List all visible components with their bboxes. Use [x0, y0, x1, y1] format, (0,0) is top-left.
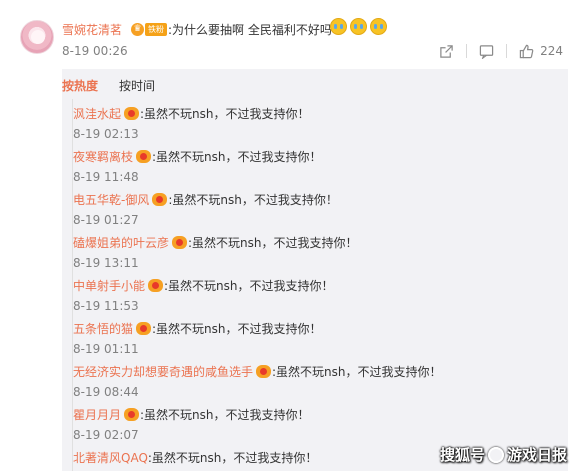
reply-text: :虽然不玩nsh，不过我支持你！ — [152, 150, 322, 164]
reply-author[interactable]: 沨洼水起 — [73, 105, 121, 122]
reply-time: 8-19 13:11 — [73, 256, 139, 270]
comment-header: 雪婉花清茗 ♛ 铁粉 :为什么要抽啊 全民福利不好吗 8-19 00:26 22… — [0, 0, 577, 70]
reply-time: 8-19 01:11 — [73, 342, 139, 356]
tab-sort-by-hot[interactable]: 按热度 — [62, 77, 98, 94]
reply-time: 8-19 11:53 — [73, 299, 139, 313]
reply-text: :虽然不玩nsh，不过我支持你！ — [147, 451, 318, 465]
badge-icon — [256, 365, 272, 378]
emoji-row — [330, 18, 387, 35]
divider — [466, 44, 468, 58]
reply-item: 五条悟的猫 :虽然不玩nsh，不过我支持你！ 8-19 01:11 — [73, 314, 568, 357]
reply-item: 夜寒羁离枝 :虽然不玩nsh，不过我支持你！ 8-19 11:48 — [73, 142, 568, 185]
crying-face-icon — [370, 18, 387, 35]
watermark-suffix: 游戏日报 — [506, 446, 567, 464]
reply-text: :虽然不玩nsh，不过我支持你！ — [140, 107, 310, 121]
reply-time: 8-19 08:44 — [73, 385, 139, 399]
avatar[interactable] — [20, 20, 54, 54]
reply-text: :虽然不玩nsh，不过我支持你！ — [164, 279, 334, 293]
like-button[interactable]: 224 — [519, 44, 563, 59]
thumbs-up-icon — [519, 44, 534, 58]
reply-panel: 按热度 按时间 沨洼水起 :虽然不玩nsh，不过我支持你！ 8-19 02:13 … — [62, 69, 568, 471]
crying-face-icon — [330, 18, 347, 35]
tab-sort-by-time[interactable]: 按时间 — [119, 77, 155, 94]
reply-author[interactable]: 夜寒羁离枝 — [73, 148, 133, 165]
reply-author[interactable]: 中单射手小能 — [73, 277, 145, 294]
reply-button[interactable] — [479, 44, 494, 59]
reply-text: :虽然不玩nsh，不过我支持你！ — [152, 322, 322, 336]
badge-icon — [136, 322, 152, 335]
reply-item: 电五华乾-御风 :虽然不玩nsh，不过我支持你！ 8-19 01:27 — [73, 185, 568, 228]
reply-author[interactable]: 磕爆姐弟的叶云彦 — [73, 234, 169, 251]
reply-text: :虽然不玩nsh，不过我支持你！ — [272, 365, 442, 379]
comment-actions: 224 — [439, 42, 563, 60]
reply-author[interactable]: 电五华乾-御风 — [73, 191, 149, 208]
reply-item: 瞿月月月 :虽然不玩nsh，不过我支持你！ 8-19 02:07 — [73, 400, 568, 443]
comment-author[interactable]: 雪婉花清茗 — [62, 21, 122, 38]
badge-icon — [124, 408, 140, 421]
badge-icon — [148, 279, 164, 292]
comment-time: 8-19 00:26 — [62, 44, 128, 58]
share-icon — [440, 44, 453, 58]
badge-icon — [172, 236, 188, 249]
reply-author[interactable]: 无经济实力却想要奇遇的咸鱼选手 — [73, 363, 253, 380]
paw-icon — [487, 446, 504, 463]
crown-icon: ♛ — [131, 22, 144, 36]
sort-tabs: 按热度 按时间 — [62, 69, 568, 99]
avatar-face — [31, 30, 45, 44]
like-count: 224 — [540, 44, 563, 58]
reply-author[interactable]: 五条悟的猫 — [73, 320, 133, 337]
reply-author[interactable]: 北著清风QAQ — [73, 449, 148, 466]
reply-item: 磕爆姐弟的叶云彦 :虽然不玩nsh，不过我支持你！ 8-19 13:11 — [73, 228, 568, 271]
badge-group: ♛ 铁粉 — [131, 21, 167, 37]
divider — [506, 44, 508, 58]
reply-time: 8-19 02:13 — [73, 127, 139, 141]
reply-author[interactable]: 瞿月月月 — [73, 406, 121, 423]
reply-time: 8-19 02:07 — [73, 428, 139, 442]
reply-list: 沨洼水起 :虽然不玩nsh，不过我支持你！ 8-19 02:13 夜寒羁离枝 :虽然… — [72, 99, 568, 471]
reply-item: 沨洼水起 :虽然不玩nsh，不过我支持你！ 8-19 02:13 — [73, 99, 568, 142]
reply-item: 中单射手小能 :虽然不玩nsh，不过我支持你！ 8-19 11:53 — [73, 271, 568, 314]
badge-icon — [124, 107, 140, 120]
reply-item: 无经济实力却想要奇遇的咸鱼选手 :虽然不玩nsh，不过我支持你！ 8-19 08:… — [73, 357, 568, 400]
badge-icon — [136, 150, 152, 163]
crying-face-icon — [350, 18, 367, 35]
reply-time: 8-19 01:27 — [73, 213, 139, 227]
reply-text: :虽然不玩nsh，不过我支持你！ — [140, 408, 310, 422]
badge-icon — [152, 193, 168, 206]
share-button[interactable] — [439, 44, 454, 59]
watermark-prefix: 搜狐号 — [439, 446, 485, 464]
watermark: 搜狐号 游戏日报 — [440, 444, 567, 465]
fan-tag: 铁粉 — [145, 22, 167, 36]
reply-text: :虽然不玩nsh，不过我支持你！ — [188, 236, 358, 250]
reply-time: 8-19 11:48 — [73, 170, 139, 184]
comment-text: :为什么要抽啊 全民福利不好吗 — [168, 23, 332, 37]
reply-text: :虽然不玩nsh，不过我支持你！ — [168, 193, 338, 207]
comment-icon — [479, 44, 494, 59]
